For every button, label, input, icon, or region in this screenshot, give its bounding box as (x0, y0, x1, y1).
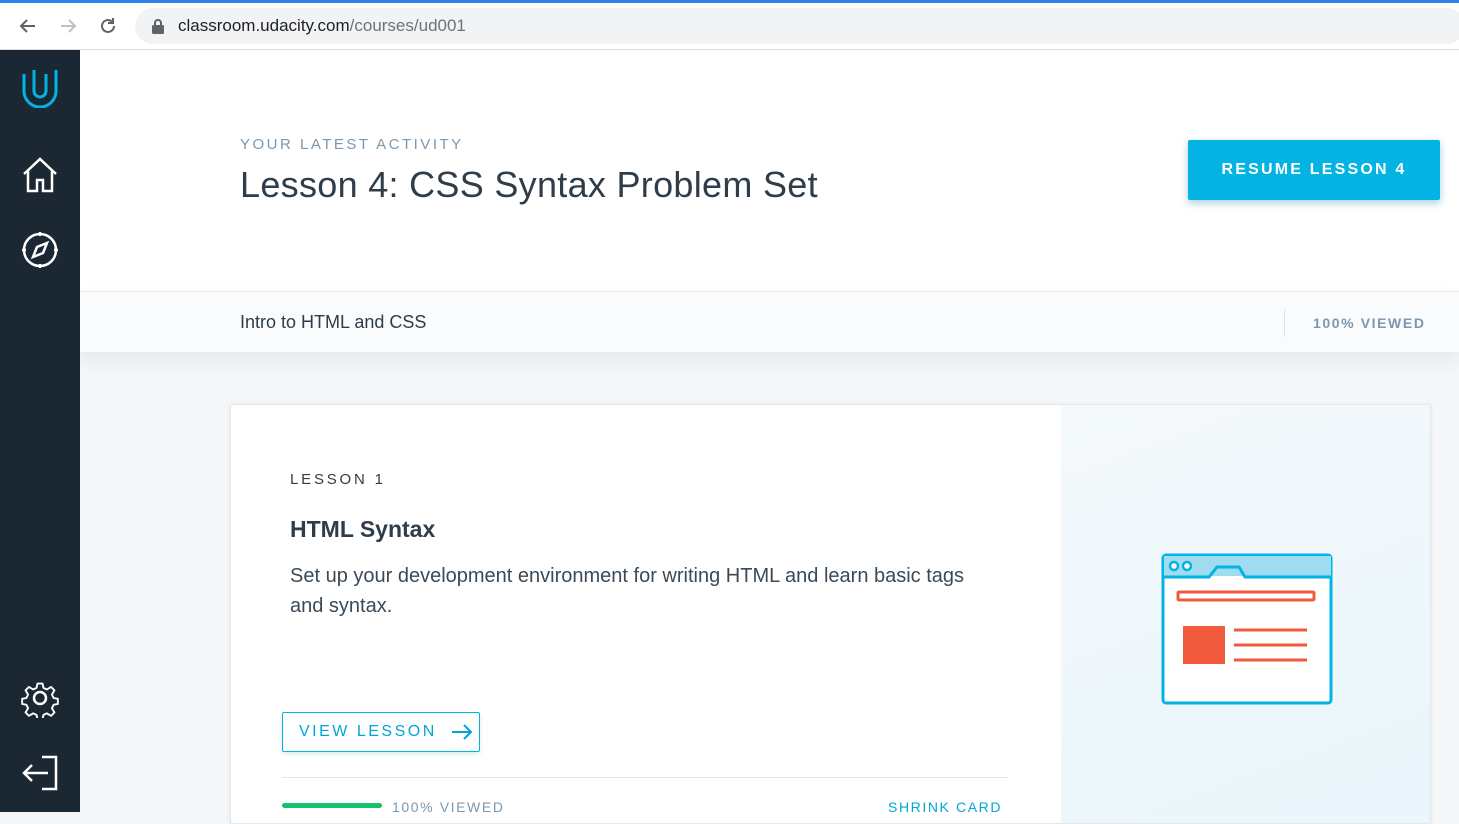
sidebar-item-logout[interactable] (18, 751, 62, 795)
shrink-card-link[interactable]: SHRINK CARD (888, 799, 1002, 815)
arrow-left-icon (19, 19, 35, 33)
lesson-card-content: LESSON 1 HTML Syntax Set up your develop… (231, 405, 1061, 823)
logo-icon (22, 70, 58, 108)
settings-icon (21, 682, 59, 718)
reload-icon (101, 18, 115, 33)
lesson-card: LESSON 1 HTML Syntax Set up your develop… (230, 404, 1431, 824)
course-progress-strip: Intro to HTML and CSS 100% VIEWED (80, 291, 1459, 352)
url-path: /courses/ud001 (349, 16, 466, 35)
resume-lesson-button[interactable]: RESUME LESSON 4 (1188, 140, 1440, 200)
lesson-description: Set up your development environment for … (290, 565, 965, 617)
lesson-progress-bar (282, 803, 382, 808)
page-title: Lesson 4: CSS Syntax Problem Set (240, 164, 818, 205)
course-viewed-status: 100% VIEWED (1313, 315, 1426, 331)
divider (1284, 309, 1285, 337)
arrow-right-icon (451, 724, 473, 740)
sidebar-item-explore[interactable] (18, 228, 62, 272)
home-icon (23, 157, 57, 193)
divider (282, 777, 1009, 778)
lesson-viewed-status: 100% VIEWED (392, 799, 505, 815)
logout-icon (22, 755, 58, 791)
reload-button[interactable] (95, 13, 121, 39)
url-host: classroom.udacity.com (178, 16, 350, 35)
address-bar[interactable]: classroom.udacity.com/courses/ud001 (135, 8, 1459, 44)
view-lesson-label: VIEW LESSON (299, 723, 437, 740)
lesson-progress-fill (282, 803, 382, 808)
back-button[interactable] (15, 13, 41, 39)
lesson-illustration-panel (1061, 405, 1430, 823)
course-name[interactable]: Intro to HTML and CSS (240, 312, 426, 333)
latest-activity-header: YOUR LATEST ACTIVITY Lesson 4: CSS Synta… (80, 50, 1459, 291)
udacity-logo[interactable] (18, 66, 62, 110)
forward-button[interactable] (55, 13, 81, 39)
latest-activity-kicker: YOUR LATEST ACTIVITY (240, 136, 464, 153)
sidebar-item-settings[interactable] (18, 676, 62, 720)
sidebar (0, 50, 80, 812)
lesson-number: LESSON 1 (290, 471, 386, 488)
view-lesson-button[interactable]: VIEW LESSON (282, 712, 480, 752)
arrow-right-icon (61, 19, 77, 33)
compass-icon (22, 232, 58, 268)
sidebar-item-home[interactable] (18, 153, 62, 197)
lesson-title: HTML Syntax (290, 516, 436, 542)
lock-icon (152, 19, 164, 34)
browser-window-illustration (1161, 553, 1333, 705)
browser-toolbar: classroom.udacity.com/courses/ud001 (0, 0, 1459, 50)
